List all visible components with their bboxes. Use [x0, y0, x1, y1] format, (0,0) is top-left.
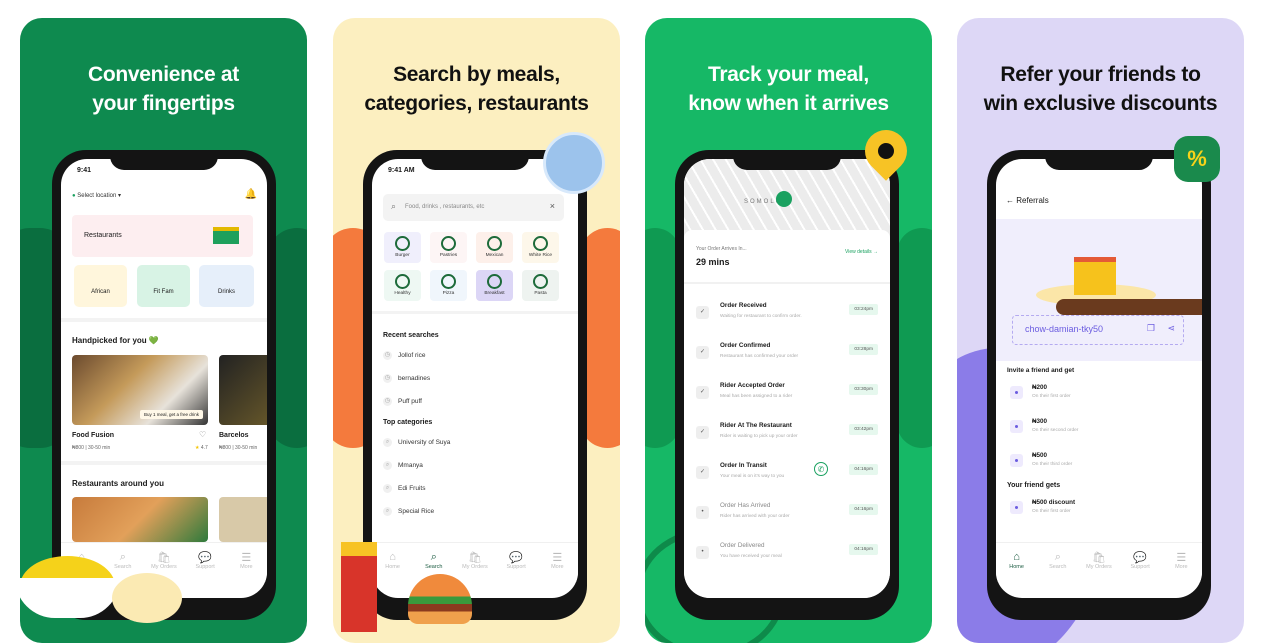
order-step: ✓ Rider Accepted Order Meal has been assig… — [696, 382, 878, 416]
bell-icon[interactable]: 🔔 — [245, 189, 257, 200]
headline: Convenience at your fingertips — [87, 63, 239, 115]
view-details-link[interactable]: View details → — [845, 249, 878, 255]
category-item[interactable]: Breakfast — [476, 270, 513, 301]
back-button[interactable]: ← Referrals — [1006, 196, 1049, 205]
section-title: Restaurants around you — [72, 479, 165, 488]
category-item[interactable]: Burger — [384, 232, 421, 263]
nav-support[interactable]: 💬 Support — [1122, 551, 1158, 582]
restaurant-marker-icon — [776, 191, 792, 207]
search-icon: ⌕ — [391, 201, 397, 211]
nav-home[interactable]: ⌂Home — [999, 551, 1035, 582]
order-step: ✓ Order In Transit Your meal is on it's wa… — [696, 462, 878, 496]
category-item[interactable]: Pastries — [430, 232, 467, 263]
nav-orders[interactable]: 🛍 My Orders — [457, 551, 493, 582]
nav-home[interactable]: ⌂Home — [375, 551, 411, 582]
top-category-item[interactable]: ⌕ Edi Fruits — [383, 484, 425, 493]
category-item[interactable]: Pasta — [522, 270, 559, 301]
share-icon[interactable]: ⋖ — [1167, 323, 1175, 334]
restaurant-icon — [213, 227, 239, 244]
top-category-item[interactable]: ⌕ Special Rice — [383, 507, 434, 516]
nav-more[interactable]: ☰ More — [539, 551, 575, 582]
category-african[interactable]: African — [74, 265, 127, 307]
phone: 9:41 ● Select location ▾ 🔔 Restaurants A… — [52, 150, 276, 620]
headline: Refer your friends to win exclusive disco… — [983, 63, 1218, 115]
home-screen: 9:41 ● Select location ▾ 🔔 Restaurants A… — [61, 159, 267, 598]
call-rider-icon[interactable]: ✆ — [814, 462, 828, 476]
step-time: 04:16pm — [849, 464, 878, 475]
panel-search: Search by meals, categories, restaurants … — [333, 18, 620, 643]
phone: SOMOLU Your Order Arrives In... 29 mins … — [675, 150, 899, 620]
check-icon: ✓ — [696, 426, 709, 439]
step-time: 04:16pm — [849, 544, 878, 555]
check-icon: ✓ — [696, 466, 709, 479]
bottom-nav: ⌂Home ⌕Search 🛍My Orders 💬Support ☰More — [996, 542, 1202, 582]
step-time: 04:16pm — [849, 504, 878, 515]
nav-more[interactable]: ☰ More — [228, 551, 264, 582]
category-drinks[interactable]: Drinks — [199, 265, 254, 307]
category-item[interactable]: Mexican — [476, 232, 513, 263]
wrap-illustration — [543, 132, 605, 194]
step-time: 03:42pm — [849, 424, 878, 435]
order-step: • Order Delivered You have received your m… — [696, 542, 878, 576]
eta-value: 29 mins — [696, 257, 730, 267]
restaurant-image[interactable] — [72, 497, 208, 542]
referrals-screen: ← Referrals chow-damian-tky50 ❐ ⋖ Invite… — [996, 159, 1202, 598]
order-step: • Order Has Arrived Rider has arrived with… — [696, 502, 878, 536]
search-input[interactable]: ⌕ Food, drinks , restaurants, etc × — [383, 194, 564, 221]
panel-convenience: Convenience at your fingertips 9:41 ● Sel… — [20, 18, 307, 643]
barcelos-image[interactable] — [219, 355, 267, 425]
recent-search-item[interactable]: ◷ Puff puff — [383, 397, 422, 406]
headline: Search by meals, categories, restaurants — [364, 63, 589, 115]
nav-orders[interactable]: 🛍 My Orders — [1081, 551, 1117, 582]
headline: Track your meal, know when it arrives — [688, 63, 889, 115]
panel-referrals: Refer your friends to win exclusive disco… — [957, 18, 1244, 643]
step-time: 03:28pm — [849, 344, 878, 355]
recent-search-item[interactable]: ◷ bernadines — [383, 374, 430, 383]
tracking-screen: SOMOLU Your Order Arrives In... 29 mins … — [684, 159, 890, 598]
category-item[interactable]: Healthy — [384, 270, 421, 301]
nav-search[interactable]: ⌕ Search — [1040, 551, 1076, 582]
step-time: 03:30pm — [849, 384, 878, 395]
order-step: ✓ Order Confirmed Restaurant has confirmed… — [696, 342, 878, 376]
order-step: ✓ Rider At The Restaurant Rider is waiting… — [696, 422, 878, 456]
panel-tracking: Track your meal, know when it arrives SOM… — [645, 18, 932, 643]
recent-search-item[interactable]: ◷ Jollof rice — [383, 351, 425, 360]
food-fusion-image[interactable]: Buy 1 meal, get a free drink — [72, 355, 208, 425]
discount-badge: % — [1174, 136, 1220, 182]
location-selector[interactable]: ● Select location ▾ — [72, 192, 121, 199]
fries-illustration — [341, 542, 377, 632]
pending-icon: • — [696, 546, 709, 559]
restaurants-banner[interactable]: Restaurants — [72, 215, 253, 257]
section-title: Handpicked for you 💚 — [72, 336, 159, 345]
pending-icon: • — [696, 506, 709, 519]
nav-support[interactable]: 💬 Support — [498, 551, 534, 582]
phone: ← Referrals chow-damian-tky50 ❐ ⋖ Invite… — [987, 150, 1211, 620]
order-step: ✓ Order Received Waiting for restaurant to… — [696, 302, 878, 336]
check-icon: ✓ — [696, 306, 709, 319]
step-time: 03:24pm — [849, 304, 878, 315]
top-category-item[interactable]: ⌕ University of Suya — [383, 438, 450, 447]
clear-icon[interactable]: × — [550, 201, 555, 211]
check-icon: ✓ — [696, 346, 709, 359]
check-icon: ✓ — [696, 386, 709, 399]
phone: 9:41 AM ⌕ Food, drinks , restaurants, et… — [363, 150, 587, 620]
status-time: 9:41 — [77, 167, 92, 174]
category-item[interactable]: Pizza — [430, 270, 467, 301]
gift-illustration — [1074, 257, 1116, 295]
nav-more[interactable]: ☰ More — [1163, 551, 1199, 582]
top-category-item[interactable]: ⌕ Mmanya — [383, 461, 423, 470]
map[interactable]: SOMOLU — [684, 159, 890, 239]
bottom-nav: ⌂Home ⌕Search 🛍My Orders 💬Support ☰More — [372, 542, 578, 582]
referral-code-box[interactable]: chow-damian-tky50 ❐ ⋖ — [1012, 315, 1184, 345]
heart-icon[interactable]: ♡ — [199, 430, 206, 439]
search-screen: 9:41 AM ⌕ Food, drinks , restaurants, et… — [372, 159, 578, 598]
category-fit-fam[interactable]: Fit Fam — [137, 265, 190, 307]
nav-support[interactable]: 💬 Support — [187, 551, 223, 582]
category-item[interactable]: White Rice — [522, 232, 559, 263]
copy-icon[interactable]: ❐ — [1147, 323, 1155, 334]
